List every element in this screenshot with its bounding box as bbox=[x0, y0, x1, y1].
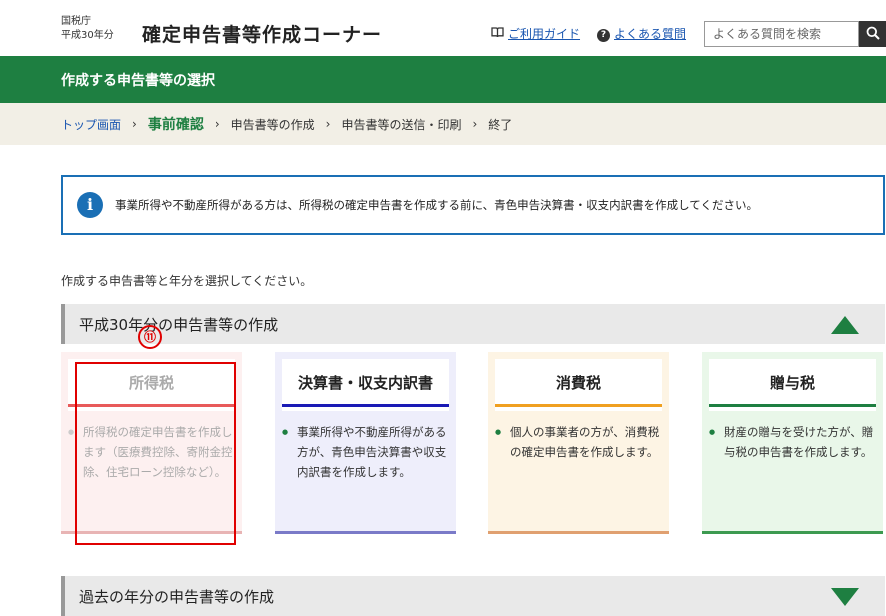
breadcrumb-separator: › bbox=[325, 117, 331, 131]
collapse-triangle-icon[interactable] bbox=[831, 316, 859, 334]
card-footer-line bbox=[702, 531, 883, 534]
page-heading-band: 作成する申告書等の選択 bbox=[0, 56, 886, 103]
search-icon bbox=[866, 26, 880, 43]
agency-name: 国税庁 bbox=[61, 16, 91, 27]
card-financial-statement[interactable]: 決算書・収支内訳書 事業所得や不動産所得がある方が、青色申告決算書や収支内訳書を… bbox=[275, 352, 456, 534]
breadcrumb-step: 終了 bbox=[488, 117, 513, 132]
breadcrumb-separator: › bbox=[472, 117, 478, 131]
info-notice: i 事業所得や不動産所得がある方は、所得税の確定申告書を作成する前に、青色申告決… bbox=[61, 175, 885, 235]
agency-label: 国税庁 平成30年分 bbox=[61, 15, 114, 43]
breadcrumb-separator: › bbox=[214, 117, 220, 131]
faq-link-label[interactable]: よくある質問 bbox=[614, 27, 686, 41]
expand-triangle-icon[interactable] bbox=[831, 588, 859, 606]
card-description: 事業所得や不動産所得がある方が、青色申告決算書や収支内訳書を作成します。 bbox=[282, 422, 449, 482]
app-title[interactable]: 確定申告書等作成コーナー bbox=[142, 20, 382, 47]
breadcrumb-step: 申告書等の送信・印刷 bbox=[341, 117, 462, 132]
guide-link-label[interactable]: ご利用ガイド bbox=[508, 27, 580, 41]
book-icon bbox=[491, 27, 504, 41]
card-footer-line bbox=[275, 531, 456, 534]
tax-year-label: 平成30年分 bbox=[61, 30, 114, 41]
info-text: 事業所得や不動産所得がある方は、所得税の確定申告書を作成する前に、青色申告決算書… bbox=[115, 198, 758, 212]
breadcrumb-separator: › bbox=[132, 117, 137, 131]
card-accent-bar bbox=[495, 404, 662, 407]
breadcrumb: トップ画面 › 事前確認 › 申告書等の作成 › 申告書等の送信・印刷 › 終了 bbox=[0, 103, 886, 145]
guide-link[interactable]: ご利用ガイド bbox=[491, 25, 580, 42]
breadcrumb-top-link[interactable]: トップ画面 bbox=[61, 116, 121, 133]
breadcrumb-current: 事前確認 bbox=[147, 117, 204, 133]
site-header: 国税庁 平成30年分 確定申告書等作成コーナー ご利用ガイド ? よくある質問 bbox=[0, 0, 886, 56]
section-current-year[interactable]: 平成30年分の申告書等の作成 bbox=[61, 304, 885, 344]
question-circle-icon: ? bbox=[597, 27, 610, 42]
breadcrumb-step: 申告書等の作成 bbox=[230, 117, 315, 132]
section-title: 平成30年分の申告書等の作成 bbox=[79, 316, 279, 334]
info-icon: i bbox=[77, 192, 103, 218]
search-button[interactable] bbox=[859, 21, 886, 47]
section-past-years[interactable]: 過去の年分の申告書等の作成 bbox=[61, 576, 885, 616]
card-gift-tax[interactable]: 贈与税 財産の贈与を受けた方が、贈与税の申告書を作成します。 bbox=[702, 352, 883, 534]
step-number-badge: ⑪ bbox=[138, 325, 162, 349]
card-description: 財産の贈与を受けた方が、贈与税の申告書を作成します。 bbox=[709, 422, 876, 462]
page-title: 作成する申告書等の選択 bbox=[61, 73, 215, 89]
card-accent-bar bbox=[709, 404, 876, 407]
section-title: 過去の年分の申告書等の作成 bbox=[79, 588, 275, 606]
card-description: 個人の事業者の方が、消費税の確定申告書を作成します。 bbox=[495, 422, 662, 462]
search-input[interactable] bbox=[704, 21, 859, 47]
card-accent-bar bbox=[282, 404, 449, 407]
card-consumption-tax[interactable]: 消費税 個人の事業者の方が、消費税の確定申告書を作成します。 bbox=[488, 352, 669, 534]
faq-link[interactable]: ? よくある質問 bbox=[597, 25, 686, 42]
instruction-text: 作成する申告書等と年分を選択してください。 bbox=[61, 274, 313, 288]
card-footer-line bbox=[488, 531, 669, 534]
highlight-box bbox=[75, 362, 236, 545]
